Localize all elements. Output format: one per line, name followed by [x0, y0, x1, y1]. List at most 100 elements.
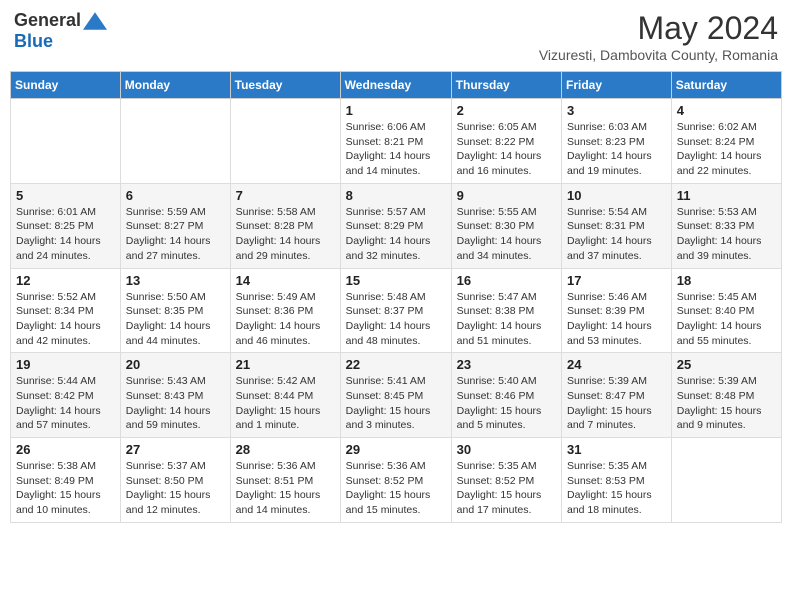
day-info: Sunrise: 5:59 AMSunset: 8:27 PMDaylight:…: [126, 205, 225, 264]
day-number: 25: [677, 357, 776, 372]
day-number: 1: [346, 103, 446, 118]
calendar-day-31: 31 Sunrise: 5:35 AMSunset: 8:53 PMDayligh…: [562, 438, 672, 523]
day-info: Sunrise: 5:42 AMSunset: 8:44 PMDaylight:…: [236, 374, 335, 433]
day-info: Sunrise: 5:39 AMSunset: 8:48 PMDaylight:…: [677, 374, 776, 433]
day-number: 17: [567, 273, 666, 288]
day-number: 7: [236, 188, 335, 203]
day-info: Sunrise: 5:35 AMSunset: 8:52 PMDaylight:…: [457, 459, 556, 518]
day-info: Sunrise: 5:47 AMSunset: 8:38 PMDaylight:…: [457, 290, 556, 349]
calendar-day-6: 6Sunrise: 5:59 AMSunset: 8:27 PMDaylight…: [120, 183, 230, 268]
day-number: 19: [16, 357, 115, 372]
calendar-week-row: 26 Sunrise: 5:38 AMSunset: 8:49 PMDayligh…: [11, 438, 782, 523]
calendar-day-26: 26 Sunrise: 5:38 AMSunset: 8:49 PMDayligh…: [11, 438, 121, 523]
day-number: 9: [457, 188, 556, 203]
day-number: 4: [677, 103, 776, 118]
calendar-empty-cell: [671, 438, 781, 523]
day-number: 12: [16, 273, 115, 288]
day-info: Sunrise: 5:54 AMSunset: 8:31 PMDaylight:…: [567, 205, 666, 264]
title-section: May 2024 Vizuresti, Dambovita County, Ro…: [539, 10, 778, 63]
calendar-day-14: 14 Sunrise: 5:49 AMSunset: 8:36 PMDayligh…: [230, 268, 340, 353]
day-info: Sunrise: 5:55 AMSunset: 8:30 PMDaylight:…: [457, 205, 556, 264]
calendar-day-16: 16 Sunrise: 5:47 AMSunset: 8:38 PMDayligh…: [451, 268, 561, 353]
day-number: 8: [346, 188, 446, 203]
day-number: 28: [236, 442, 335, 457]
day-number: 14: [236, 273, 335, 288]
calendar-header-saturday: Saturday: [671, 72, 781, 99]
calendar-day-18: 18 Sunrise: 5:45 AMSunset: 8:40 PMDayligh…: [671, 268, 781, 353]
calendar-header-friday: Friday: [562, 72, 672, 99]
calendar-week-row: 1 Sunrise: 6:06 AMSunset: 8:21 PMDaylight…: [11, 99, 782, 184]
day-info: Sunrise: 5:37 AMSunset: 8:50 PMDaylight:…: [126, 459, 225, 518]
day-info: Sunrise: 5:38 AMSunset: 8:49 PMDaylight:…: [16, 459, 115, 518]
day-info: Sunrise: 6:02 AMSunset: 8:24 PMDaylight:…: [677, 120, 776, 179]
day-info: Sunrise: 5:45 AMSunset: 8:40 PMDaylight:…: [677, 290, 776, 349]
day-number: 2: [457, 103, 556, 118]
day-number: 10: [567, 188, 666, 203]
calendar-day-22: 22 Sunrise: 5:41 AMSunset: 8:45 PMDayligh…: [340, 353, 451, 438]
day-number: 22: [346, 357, 446, 372]
calendar-week-row: 19 Sunrise: 5:44 AMSunset: 8:42 PMDayligh…: [11, 353, 782, 438]
calendar-week-row: 5Sunrise: 6:01 AMSunset: 8:25 PMDaylight…: [11, 183, 782, 268]
calendar-day-23: 23 Sunrise: 5:40 AMSunset: 8:46 PMDayligh…: [451, 353, 561, 438]
location-text: Vizuresti, Dambovita County, Romania: [539, 47, 778, 63]
calendar-day-9: 9 Sunrise: 5:55 AMSunset: 8:30 PMDaylight…: [451, 183, 561, 268]
calendar-day-29: 29 Sunrise: 5:36 AMSunset: 8:52 PMDayligh…: [340, 438, 451, 523]
logo-blue-text: Blue: [14, 31, 53, 52]
calendar-day-20: 20Sunrise: 5:43 AMSunset: 8:43 PMDayligh…: [120, 353, 230, 438]
day-number: 21: [236, 357, 335, 372]
logo: General Blue: [14, 10, 107, 52]
calendar-day-8: 8 Sunrise: 5:57 AMSunset: 8:29 PMDaylight…: [340, 183, 451, 268]
calendar-day-10: 10 Sunrise: 5:54 AMSunset: 8:31 PMDayligh…: [562, 183, 672, 268]
calendar-header-tuesday: Tuesday: [230, 72, 340, 99]
day-info: Sunrise: 5:52 AMSunset: 8:34 PMDaylight:…: [16, 290, 115, 349]
calendar-day-21: 21 Sunrise: 5:42 AMSunset: 8:44 PMDayligh…: [230, 353, 340, 438]
day-number: 13: [126, 273, 225, 288]
calendar-empty-cell: [230, 99, 340, 184]
calendar-day-3: 3 Sunrise: 6:03 AMSunset: 8:23 PMDaylight…: [562, 99, 672, 184]
calendar-header-sunday: Sunday: [11, 72, 121, 99]
day-number: 16: [457, 273, 556, 288]
day-number: 18: [677, 273, 776, 288]
day-info: Sunrise: 5:46 AMSunset: 8:39 PMDaylight:…: [567, 290, 666, 349]
day-info: Sunrise: 5:53 AMSunset: 8:33 PMDaylight:…: [677, 205, 776, 264]
calendar-day-19: 19 Sunrise: 5:44 AMSunset: 8:42 PMDayligh…: [11, 353, 121, 438]
calendar-day-11: 11 Sunrise: 5:53 AMSunset: 8:33 PMDayligh…: [671, 183, 781, 268]
day-number: 26: [16, 442, 115, 457]
day-info: Sunrise: 5:49 AMSunset: 8:36 PMDaylight:…: [236, 290, 335, 349]
day-info: Sunrise: 5:36 AMSunset: 8:52 PMDaylight:…: [346, 459, 446, 518]
day-number: 24: [567, 357, 666, 372]
calendar-day-4: 4 Sunrise: 6:02 AMSunset: 8:24 PMDaylight…: [671, 99, 781, 184]
day-info: Sunrise: 5:40 AMSunset: 8:46 PMDaylight:…: [457, 374, 556, 433]
day-info: Sunrise: 5:35 AMSunset: 8:53 PMDaylight:…: [567, 459, 666, 518]
logo-general-text: General: [14, 10, 81, 31]
day-info: Sunrise: 5:39 AMSunset: 8:47 PMDaylight:…: [567, 374, 666, 433]
day-info: Sunrise: 5:41 AMSunset: 8:45 PMDaylight:…: [346, 374, 446, 433]
day-info: Sunrise: 5:57 AMSunset: 8:29 PMDaylight:…: [346, 205, 446, 264]
day-number: 31: [567, 442, 666, 457]
calendar-empty-cell: [11, 99, 121, 184]
day-number: 29: [346, 442, 446, 457]
day-info: Sunrise: 6:05 AMSunset: 8:22 PMDaylight:…: [457, 120, 556, 179]
day-info: Sunrise: 5:58 AMSunset: 8:28 PMDaylight:…: [236, 205, 335, 264]
day-number: 23: [457, 357, 556, 372]
day-info: Sunrise: 5:43 AMSunset: 8:43 PMDaylight:…: [126, 374, 225, 433]
day-info: Sunrise: 6:06 AMSunset: 8:21 PMDaylight:…: [346, 120, 446, 179]
month-year-title: May 2024: [539, 10, 778, 47]
day-info: Sunrise: 5:36 AMSunset: 8:51 PMDaylight:…: [236, 459, 335, 518]
calendar-table: SundayMondayTuesdayWednesdayThursdayFrid…: [10, 71, 782, 523]
day-info: Sunrise: 5:44 AMSunset: 8:42 PMDaylight:…: [16, 374, 115, 433]
calendar-day-12: 12 Sunrise: 5:52 AMSunset: 8:34 PMDayligh…: [11, 268, 121, 353]
day-number: 5: [16, 188, 115, 203]
day-number: 11: [677, 188, 776, 203]
day-number: 27: [126, 442, 225, 457]
day-info: Sunrise: 6:03 AMSunset: 8:23 PMDaylight:…: [567, 120, 666, 179]
calendar-day-28: 28 Sunrise: 5:36 AMSunset: 8:51 PMDayligh…: [230, 438, 340, 523]
day-number: 3: [567, 103, 666, 118]
day-number: 30: [457, 442, 556, 457]
calendar-header-wednesday: Wednesday: [340, 72, 451, 99]
calendar-week-row: 12 Sunrise: 5:52 AMSunset: 8:34 PMDayligh…: [11, 268, 782, 353]
calendar-day-17: 17 Sunrise: 5:46 AMSunset: 8:39 PMDayligh…: [562, 268, 672, 353]
calendar-day-7: 7 Sunrise: 5:58 AMSunset: 8:28 PMDaylight…: [230, 183, 340, 268]
day-number: 15: [346, 273, 446, 288]
calendar-day-25: 25 Sunrise: 5:39 AMSunset: 8:48 PMDayligh…: [671, 353, 781, 438]
